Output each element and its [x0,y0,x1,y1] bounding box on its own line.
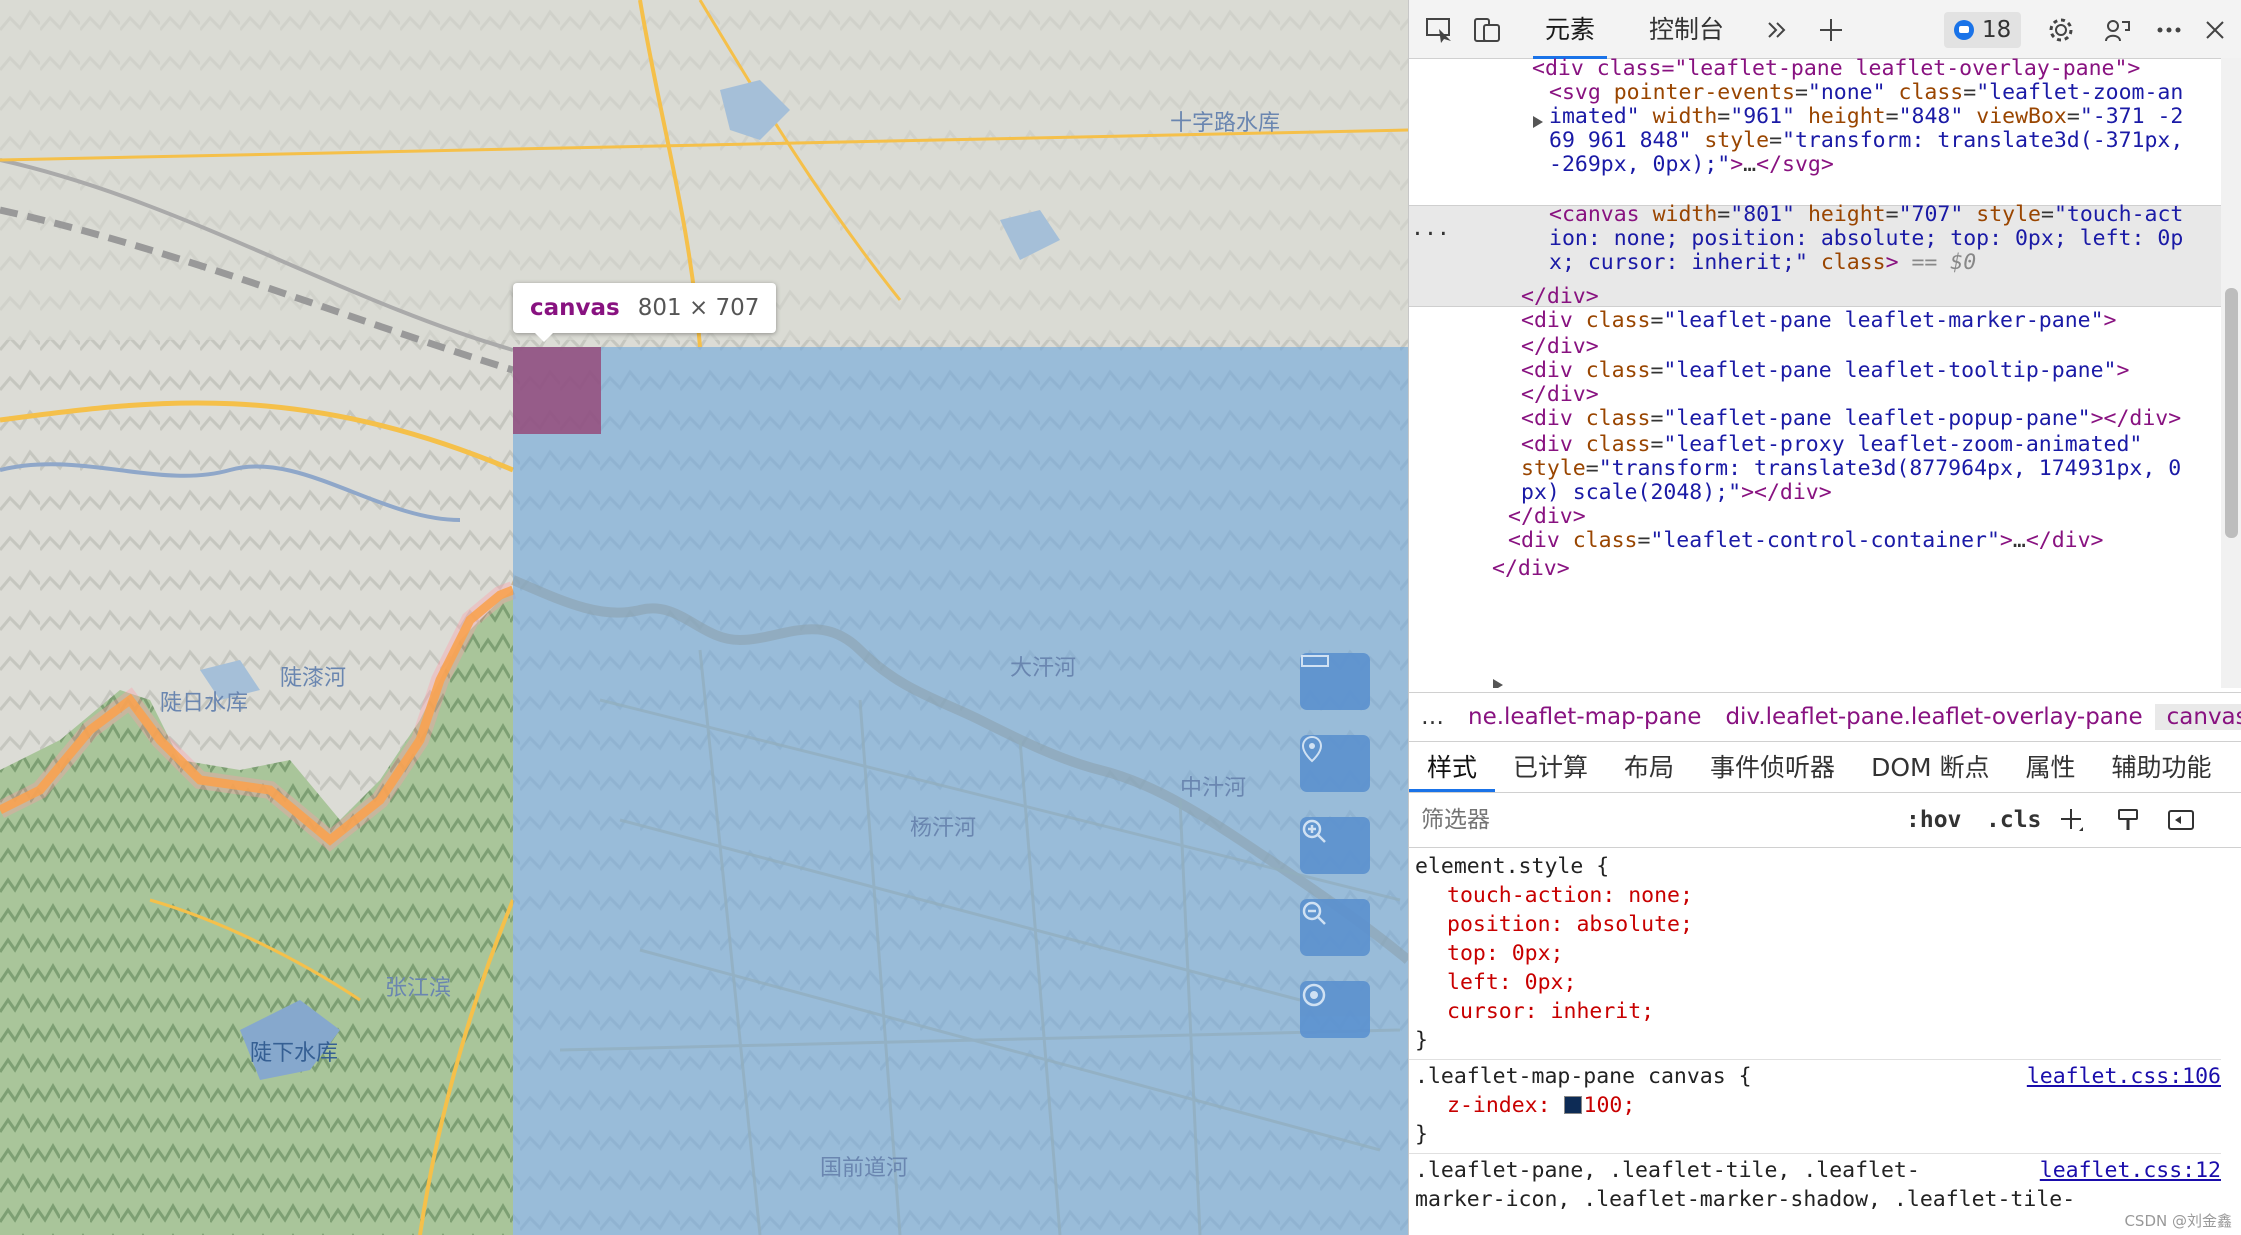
dom-line[interactable]: <div class="leaflet-control-container">…… [1508,524,2104,558]
map-label: 陡漆河 [280,666,347,691]
map-label: 杨汗河 [910,816,977,841]
dom-expand-arrow-icon[interactable] [1532,106,1544,140]
dom-tree[interactable]: ··· <div class="leaflet-pane leaflet-ove… [1409,58,2221,688]
hov-toggle[interactable]: :hov [1906,803,1961,837]
map-label: 陡下水库 [250,1041,339,1066]
issues-icon [1954,20,1974,40]
tab-console[interactable]: 控制台 [1637,0,1736,56]
zoom-out-icon [1302,901,1326,925]
tab-layout[interactable]: 布局 [1606,742,1692,789]
rule-close: } [1415,1122,1428,1147]
map-label: 中汁河 [1180,776,1247,801]
zoom-in-button[interactable] [1300,817,1370,874]
rule-property[interactable]: top: 0px; [1415,939,2221,968]
tooltip-size: 801 × 707 [637,295,760,321]
breadcrumb: … ne.leaflet-map-pane div.leaflet-pane.l… [1409,692,2241,742]
map-label: 陡日水库 [160,691,249,716]
device-toolbar-icon[interactable] [1467,10,1507,50]
rule-property[interactable]: z-index: 100; [1415,1091,2221,1120]
location-pin-button[interactable] [1300,735,1370,792]
dom-line[interactable]: <div class="leaflet-pane leaflet-tooltip… [1521,354,2129,388]
paint-icon[interactable] [2116,803,2140,837]
breadcrumb-map-pane[interactable]: ne.leaflet-map-pane [1456,704,1713,730]
zoom-in-icon [1302,819,1326,843]
close-icon[interactable] [2195,10,2235,50]
toggle-sidebar-icon[interactable] [2167,803,2195,837]
styles-subtabs: 样式 已计算 布局 事件侦听器 DOM 断点 属性 辅助功能 [1409,742,2241,793]
rule-property[interactable]: position: absolute; [1415,910,2221,939]
scrollbar-thumb[interactable] [2225,288,2238,538]
rule-selector-cont: marker-icon, .leaflet-marker-shadow, .le… [1415,1187,2076,1212]
tab-computed[interactable]: 已计算 [1495,742,1606,789]
tab-dom-breakpoints[interactable]: DOM 断点 [1853,742,2007,789]
locate-me-button[interactable] [1300,981,1370,1038]
tab-event-listeners[interactable]: 事件侦听器 [1692,742,1853,789]
element-inspect-tooltip: canvas 801 × 707 [513,283,777,342]
dom-row-ellipsis[interactable]: ··· [1411,218,1450,252]
watermark: CSDN @刘金鑫 [2124,1212,2232,1230]
filter-input[interactable] [1415,799,1897,841]
map-label: 国前道河 [820,1156,909,1181]
dom-scrollbar[interactable] [2221,58,2241,688]
dom-line[interactable]: </div> [1492,552,1570,586]
locate-icon [1302,983,1326,1007]
style-rule[interactable]: element.style { touch-action: none; posi… [1409,850,2221,1060]
source-link[interactable]: leaflet.css:12 [2040,1156,2221,1185]
settings-gear-icon[interactable] [2041,10,2081,50]
zindex-text: z-index: 100; [1447,1093,1636,1118]
styles-filter-bar: :hov .cls [1409,793,2241,848]
dom-expand-arrow-icon[interactable] [1492,669,1504,688]
styles-pane[interactable]: element.style { touch-action: none; posi… [1409,850,2221,1235]
color-swatch-icon[interactable] [1563,1096,1582,1114]
style-rule[interactable]: .leaflet-map-pane canvas { leaflet.css:1… [1409,1060,2221,1154]
dom-line[interactable]: <div class="leaflet-pane leaflet-marker-… [1521,304,2116,338]
map-label: 十字路水库 [1170,111,1281,136]
location-pin-icon [1301,735,1323,763]
canvas-highlight-overlay [513,347,1408,1235]
breadcrumb-canvas[interactable]: canvas [2154,704,2241,730]
zoom-out-button[interactable] [1300,899,1370,956]
tooltip-tag: canvas [530,295,620,321]
tab-accessibility[interactable]: 辅助功能 [2094,742,2230,789]
map-view[interactable]: 十字路水库 陡日水库 陡下水库 陡漆河 张江滨 杨汗河 大汗河 中汁河 国前道河… [0,0,1408,1235]
rule-property[interactable]: touch-action: none; [1415,881,2221,910]
breadcrumb-ellipsis[interactable]: … [1409,704,1456,730]
ruler-icon [1301,655,1329,667]
dom-line[interactable]: -269px, 0px);">…</svg> [1549,148,1834,182]
more-options-icon[interactable] [2149,10,2189,50]
rule-selector: element.style { [1415,854,1610,879]
devtools-toolbar: 元素 控制台 18 [1409,0,2241,59]
feedback-icon[interactable] [2097,10,2137,50]
breadcrumb-overlay-pane[interactable]: div.leaflet-pane.leaflet-overlay-pane [1713,704,2154,730]
add-tab-icon[interactable] [1811,10,1851,50]
tab-styles[interactable]: 样式 [1409,742,1496,792]
issues-count: 18 [1982,17,2012,43]
inspect-element-icon[interactable] [1419,10,1459,50]
cls-toggle[interactable]: .cls [1986,803,2041,837]
canvas-origin-marker [513,347,601,434]
new-rule-icon[interactable] [2059,803,2085,837]
tab-elements[interactable]: 元素 [1533,0,1608,59]
ruler-button[interactable] [1300,653,1370,710]
style-rule[interactable]: .leaflet-pane, .leaflet-tile, .leaflet- … [1409,1154,2221,1218]
issues-badge[interactable]: 18 [1944,12,2022,48]
source-link[interactable]: leaflet.css:106 [2027,1062,2221,1091]
dom-line[interactable]: x; cursor: inherit;" class> == $0 [1549,246,1976,280]
devtools-panel: 元素 控制台 18 ··· <div class="leaflet-pane l… [1408,0,2241,1235]
rule-property[interactable]: left: 0px; [1415,968,2221,997]
more-tabs-icon[interactable] [1757,10,1797,50]
tab-properties[interactable]: 属性 [2008,742,2094,789]
map-label: 大汗河 [1010,656,1077,681]
rule-property[interactable]: cursor: inherit; [1415,997,2221,1026]
map-label: 张江滨 [385,976,452,1001]
rule-close: } [1415,1028,1428,1053]
